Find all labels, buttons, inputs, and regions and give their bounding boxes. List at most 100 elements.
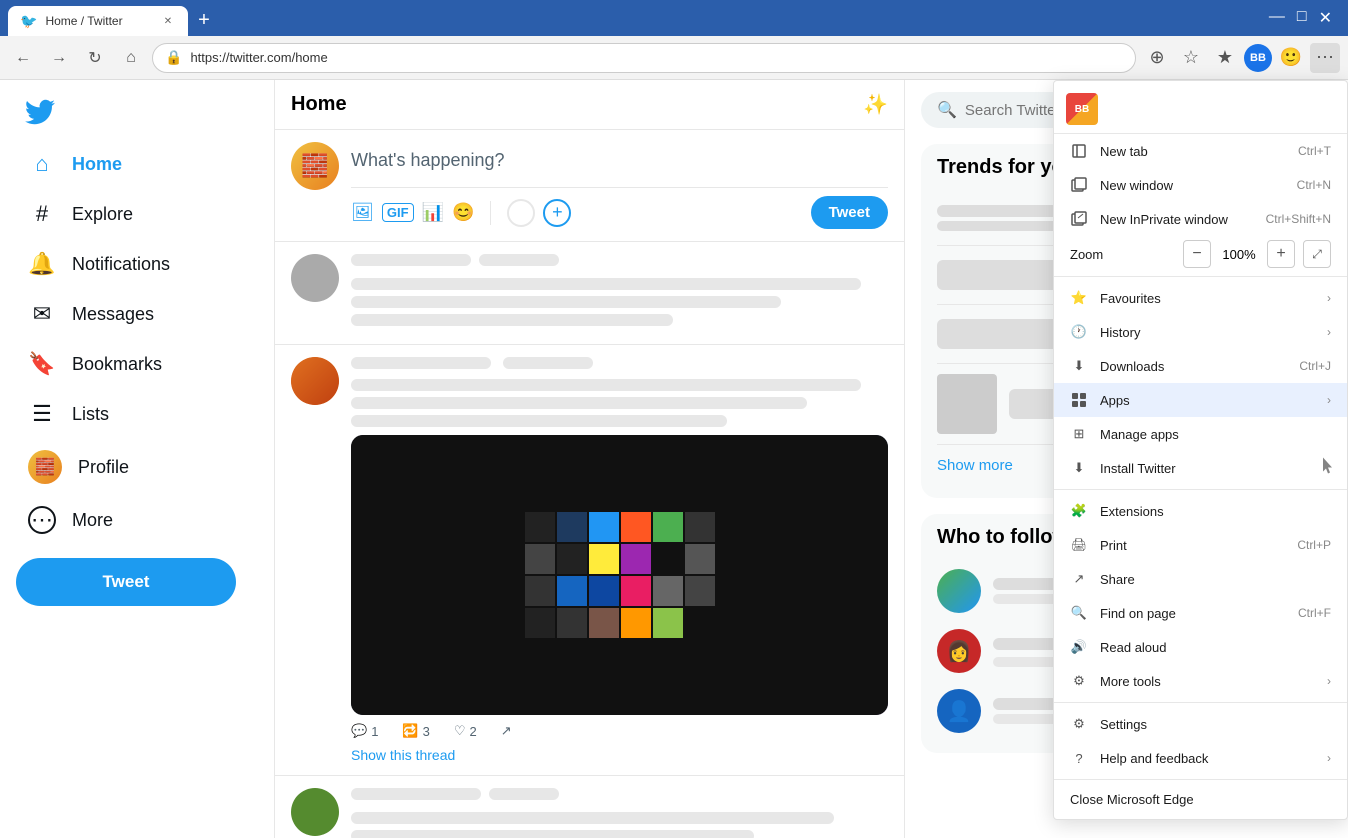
sidebar-item-notifications[interactable]: 🔔 Notifications — [16, 240, 258, 288]
new-tab-button[interactable]: + — [188, 4, 220, 36]
menu-item-downloads[interactable]: ⬇ Downloads Ctrl+J — [1054, 349, 1347, 383]
sidebar-item-more[interactable]: ⋯ More — [16, 496, 258, 544]
tweet-line-1 — [351, 379, 861, 391]
like-icon: ♡ — [454, 723, 466, 739]
sidebar-item-messages[interactable]: ✉ Messages — [16, 290, 258, 338]
collections-icon[interactable]: ★ — [1210, 43, 1240, 73]
more-icon: ⋯ — [28, 506, 56, 534]
show-thread-link[interactable]: Show this thread — [351, 747, 888, 763]
menu-item-new-inprivate[interactable]: New InPrivate window Ctrl+Shift+N — [1054, 202, 1347, 236]
history-label: History — [1100, 325, 1140, 340]
print-shortcut: Ctrl+P — [1297, 538, 1331, 552]
back-button[interactable]: ← — [8, 43, 38, 73]
tweet-button[interactable]: Tweet — [16, 558, 236, 606]
tweet-text-blurred-1a — [351, 278, 861, 290]
sidebar-label-bookmarks: Bookmarks — [72, 354, 162, 375]
sidebar-label-lists: Lists — [72, 404, 109, 425]
minimize-button[interactable]: — — [1269, 8, 1285, 28]
retweet-count: 3 — [423, 724, 430, 739]
image-icon[interactable]: 🖼 — [351, 202, 374, 223]
tweet-username-blurred-1 — [351, 254, 471, 266]
twitter-logo[interactable] — [16, 88, 64, 136]
menu-item-close-edge[interactable]: Close Microsoft Edge — [1054, 784, 1347, 815]
sparkle-icon[interactable]: ✨ — [863, 92, 888, 117]
compose-area: 🧱 What's happening? 🖼 GIF 📊 😊 + Tweet — [275, 130, 904, 242]
zoom-label: Zoom — [1070, 247, 1175, 262]
close-button[interactable]: ✕ — [1319, 8, 1332, 28]
menu-item-more-tools[interactable]: ⚙ More tools › — [1054, 664, 1347, 698]
tweet-image[interactable] — [351, 435, 888, 715]
sidebar-item-lists[interactable]: ☰ Lists — [16, 390, 258, 438]
zoom-value: 100% — [1219, 247, 1259, 262]
active-tab[interactable]: 🐦 Home / Twitter ✕ — [8, 6, 188, 36]
menu-item-install-twitter[interactable]: ⬇ Install Twitter — [1054, 451, 1347, 485]
menu-item-favourites[interactable]: ⭐ Favourites › — [1054, 281, 1347, 315]
sidebar-label-notifications: Notifications — [72, 254, 170, 275]
forward-button[interactable]: → — [44, 43, 74, 73]
maximize-button[interactable]: □ — [1297, 8, 1307, 28]
sidebar-item-home[interactable]: ⌂ Home — [16, 140, 258, 188]
menu-item-history[interactable]: 🕐 History › — [1054, 315, 1347, 349]
more-tools-arrow: › — [1327, 674, 1331, 688]
url-text: https://twitter.com/home — [190, 50, 327, 65]
tracking-prevention-icon[interactable]: ⊕ — [1142, 43, 1172, 73]
menu-item-settings[interactable]: ⚙ Settings — [1054, 707, 1347, 741]
tweet-name-blurred-2 — [351, 788, 481, 800]
audience-selector[interactable] — [507, 199, 535, 227]
sidebar-item-profile[interactable]: 🧱 Profile — [16, 440, 258, 494]
apps-arrow: › — [1327, 393, 1331, 407]
menu-item-find-on-page[interactable]: 🔍 Find on page Ctrl+F — [1054, 596, 1347, 630]
trend-image-4 — [937, 374, 997, 434]
compose-placeholder[interactable]: What's happening? — [351, 142, 888, 179]
tab-close-button[interactable]: ✕ — [160, 13, 176, 29]
compose-tweet-button[interactable]: Tweet — [811, 196, 888, 229]
zoom-expand-button[interactable]: ⤢ — [1303, 240, 1331, 268]
reply-action[interactable]: 💬 1 — [351, 723, 378, 739]
more-tools-label: More tools — [1100, 674, 1161, 689]
like-action[interactable]: ♡ 2 — [454, 723, 477, 739]
zoom-in-button[interactable]: + — [1267, 240, 1295, 268]
settings-label: Settings — [1100, 717, 1147, 732]
twitter-main-feed: Home ✨ 🧱 What's happening? 🖼 GIF 📊 😊 + T… — [275, 80, 905, 838]
gif-icon[interactable]: GIF — [382, 203, 414, 222]
sidebar-label-home: Home — [72, 154, 122, 175]
menu-item-extensions[interactable]: 🧩 Extensions — [1054, 494, 1347, 528]
poll-icon[interactable]: 📊 — [422, 202, 444, 223]
tweet-name-blurred — [351, 357, 491, 369]
home-button[interactable]: ⌂ — [116, 43, 146, 73]
address-bar[interactable]: 🔒 https://twitter.com/home — [152, 43, 1136, 73]
zoom-out-button[interactable]: − — [1183, 240, 1211, 268]
sidebar-item-bookmarks[interactable]: 🔖 Bookmarks — [16, 340, 258, 388]
edge-menu-button[interactable]: ⋯ — [1310, 43, 1340, 73]
separator-4 — [1054, 779, 1347, 780]
menu-item-manage-apps[interactable]: ⊞ Manage apps — [1054, 417, 1347, 451]
menu-item-read-aloud[interactable]: 🔊 Read aloud — [1054, 630, 1347, 664]
profile-button[interactable]: BB — [1244, 44, 1272, 72]
menu-item-help-feedback[interactable]: ? Help and feedback › — [1054, 741, 1347, 775]
window-controls: — □ ✕ — [1269, 8, 1340, 28]
edge-context-menu: BB New tab Ctrl+T New window Ctrl+N New … — [1053, 80, 1348, 820]
menu-item-new-window[interactable]: New window Ctrl+N — [1054, 168, 1347, 202]
menu-item-share[interactable]: ↗ Share — [1054, 562, 1347, 596]
menu-item-print[interactable]: 🖨 Print Ctrl+P — [1054, 528, 1347, 562]
favourites-icon[interactable]: ☆ — [1176, 43, 1206, 73]
menu-item-apps[interactable]: Apps › — [1054, 383, 1347, 417]
tweet-handle-blurred-2 — [489, 788, 559, 800]
separator-1 — [1054, 276, 1347, 277]
emoji-compose-icon[interactable]: 😊 — [452, 202, 474, 223]
emoji-icon[interactable]: 🙂 — [1276, 43, 1306, 73]
share-action[interactable]: ↗ — [501, 723, 512, 739]
add-compose-item[interactable]: + — [543, 199, 571, 227]
sidebar-item-explore[interactable]: # Explore — [16, 190, 258, 238]
extension-icon-adblock[interactable]: BB — [1066, 93, 1098, 125]
menu-item-new-tab[interactable]: New tab Ctrl+T — [1054, 134, 1347, 168]
retweet-action[interactable]: 🔁 3 — [402, 723, 429, 739]
manage-apps-icon: ⊞ — [1070, 425, 1088, 443]
follow-avatar-1 — [937, 569, 981, 613]
trend-count-1 — [937, 221, 1063, 231]
zoom-control: Zoom − 100% + ⤢ — [1054, 236, 1347, 272]
toolbar-actions: ⊕ ☆ ★ BB 🙂 ⋯ — [1142, 43, 1340, 73]
help-label: Help and feedback — [1100, 751, 1208, 766]
help-menu-icon: ? — [1070, 749, 1088, 767]
refresh-button[interactable]: ↻ — [80, 43, 110, 73]
